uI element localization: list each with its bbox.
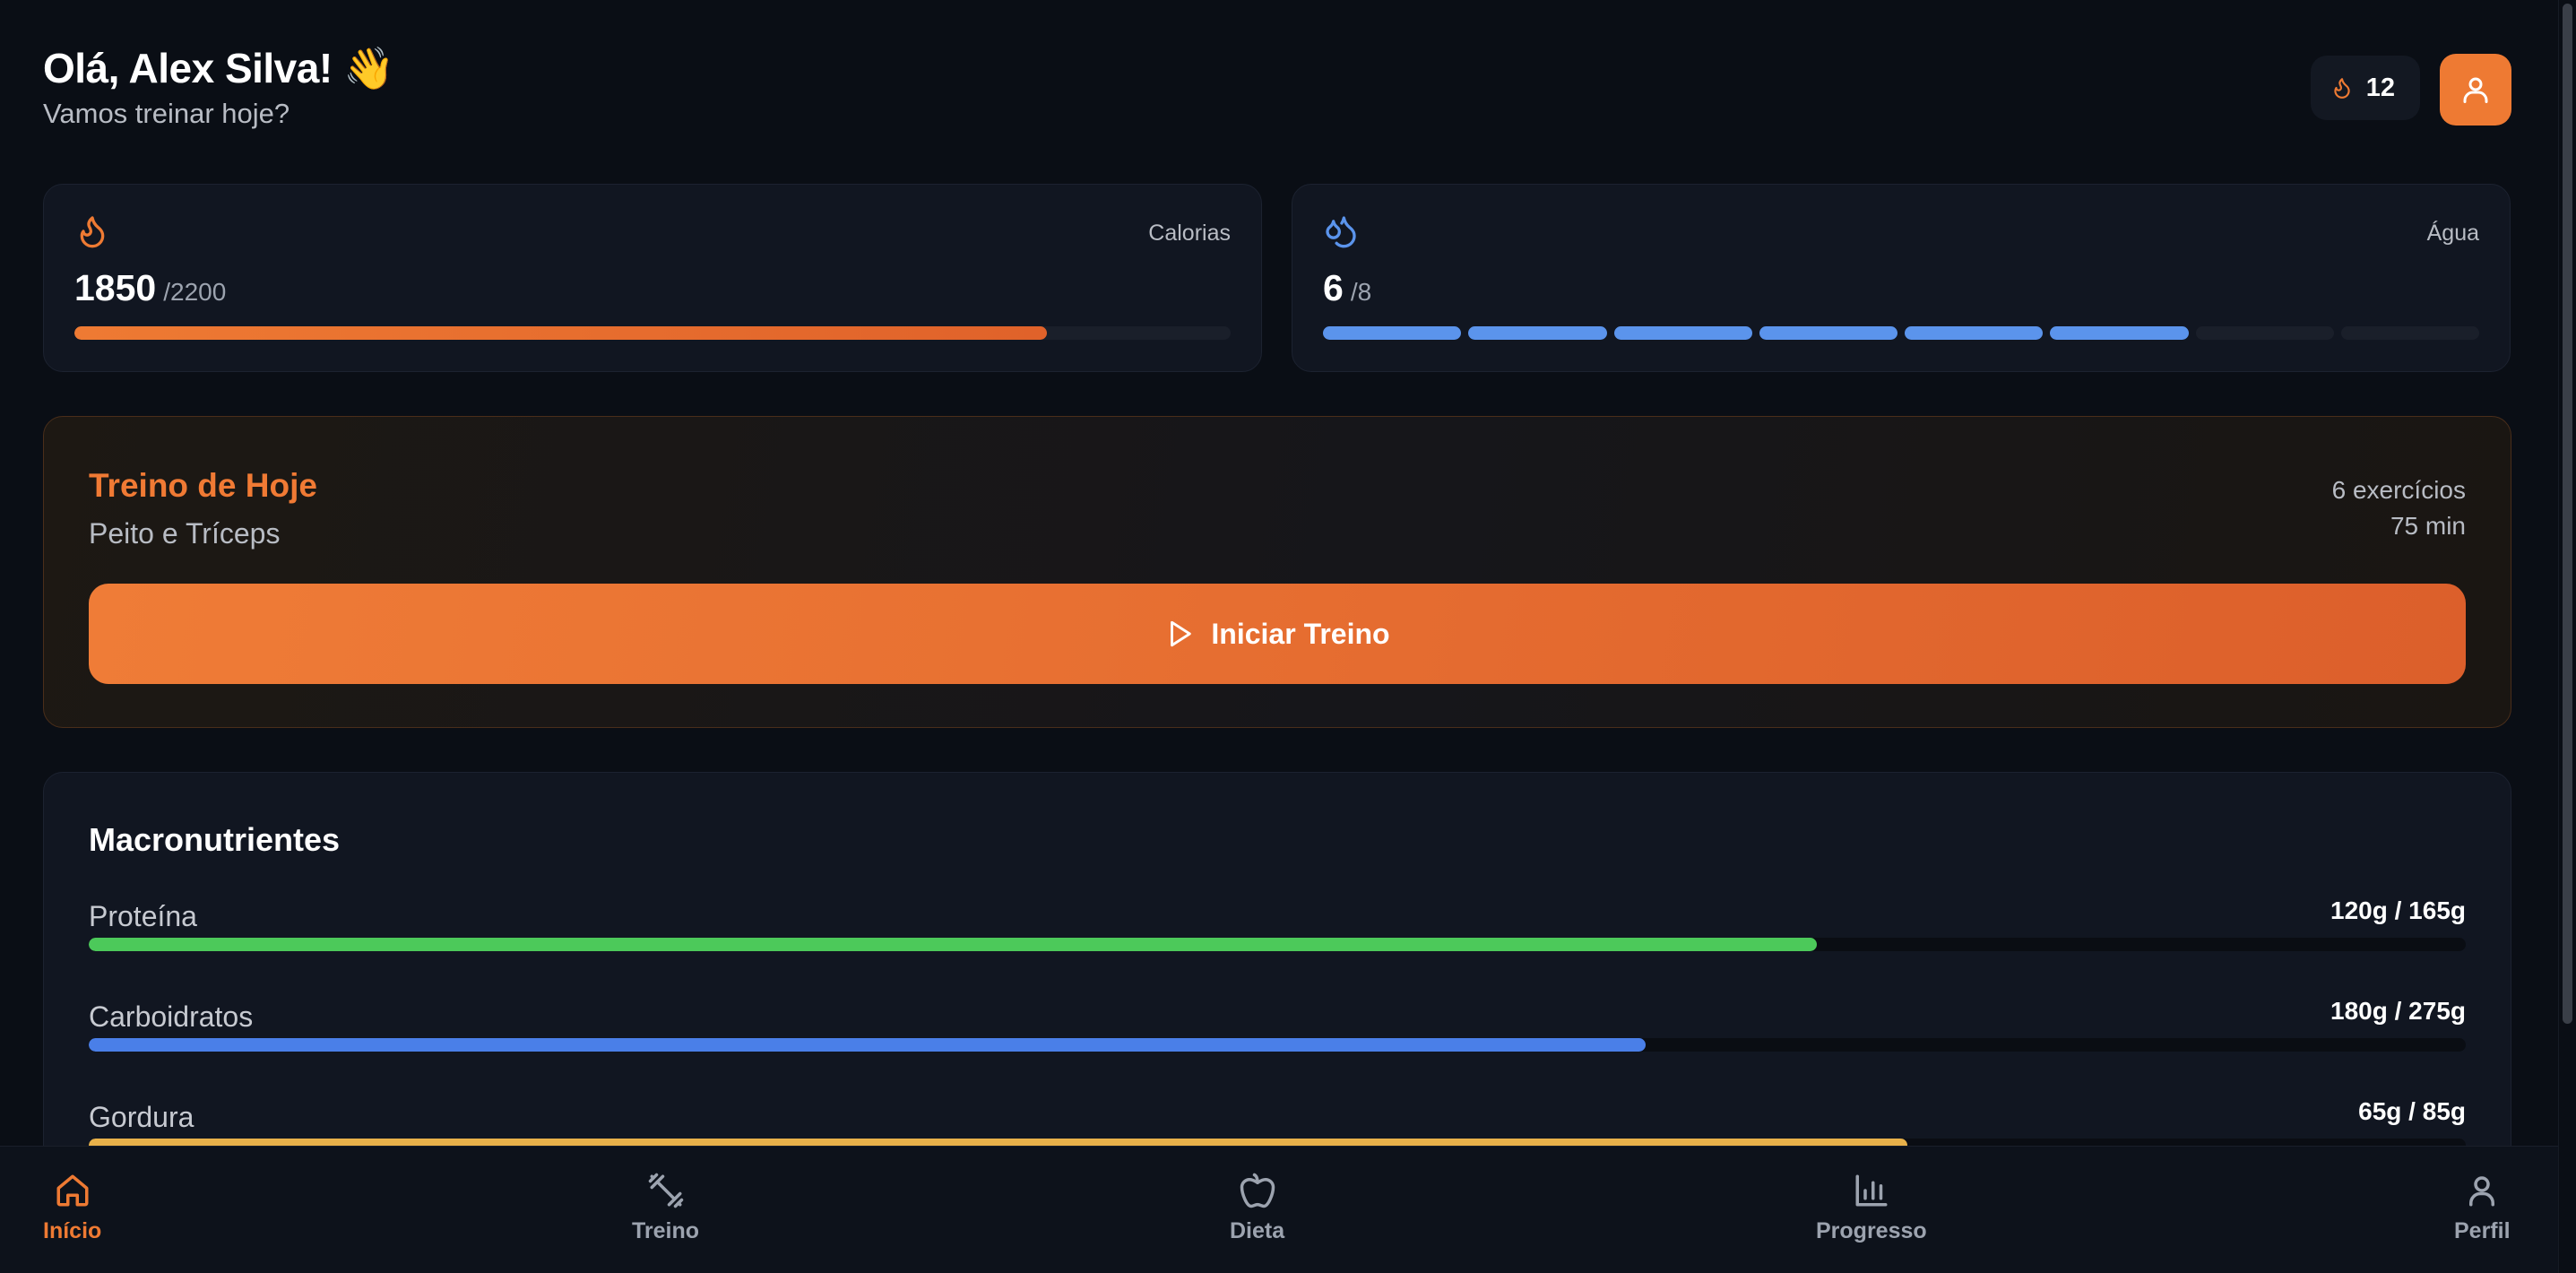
calories-goal: /2200 [163, 278, 227, 306]
nav-item-dieta[interactable]: Dieta [1230, 1172, 1284, 1244]
nav-item-treino[interactable]: Treino [632, 1172, 699, 1244]
apple-icon [1240, 1173, 1275, 1208]
water-segment [1323, 326, 1462, 340]
nav-item-inicio[interactable]: Início [43, 1172, 101, 1244]
play-icon [1171, 620, 1192, 647]
water-segment [1468, 326, 1607, 340]
start-workout-button[interactable]: Iniciar Treino [89, 584, 2466, 684]
macro-amount: 120g / 165g [2330, 896, 2466, 924]
profile-button[interactable] [2440, 54, 2511, 126]
calories-label: Calorias [1148, 221, 1231, 246]
home-icon [56, 1174, 89, 1207]
workout-exercises: 6 exercícios [2331, 476, 2466, 504]
workout-subtitle: Peito e Tríceps [89, 517, 281, 550]
macros-title: Macronutrientes [89, 821, 341, 858]
start-workout-label: Iniciar Treino [1211, 617, 1390, 650]
scrollbar-thumb[interactable] [2563, 4, 2572, 1024]
nav-label: Progresso [1816, 1218, 1927, 1243]
streak-badge[interactable]: 12 [2310, 56, 2420, 120]
greeting-title: Olá, Alex Silva! 👋 [43, 45, 394, 91]
scrollbar[interactable] [2558, 0, 2576, 1273]
nav-label: Dieta [1230, 1218, 1285, 1243]
water-segment [2050, 326, 2189, 340]
macro-row: Proteína 120g / 165g [89, 896, 2466, 990]
calories-progress-track [74, 326, 1231, 340]
calories-progress-fill [74, 326, 1047, 340]
streak-count: 12 [2365, 73, 2395, 102]
droplets-icon [1326, 216, 1356, 248]
nav-item-progresso[interactable]: Progresso [1816, 1172, 1927, 1244]
nav-label: Perfil [2454, 1218, 2511, 1243]
water-value: 6 [1323, 267, 1344, 308]
workout-meta: 6 exercícios 75 min [2332, 472, 2466, 544]
macro-row: Carboidratos 180g / 275g [89, 997, 2466, 1090]
water-segments [1323, 326, 2479, 340]
water-card: Água 6 /8 [1292, 184, 2511, 372]
user-icon [2463, 77, 2488, 103]
user-icon [2469, 1176, 2495, 1207]
macro-progress-fill [89, 938, 1817, 951]
macro-name: Proteína [89, 900, 197, 932]
macro-name: Gordura [89, 1101, 194, 1133]
nav-label: Treino [632, 1218, 700, 1243]
dumbbell-icon [648, 1173, 683, 1208]
greeting-subtitle: Vamos treinar hoje? [43, 98, 290, 129]
workout-title: Treino de Hoje [89, 467, 317, 504]
calories-value-group: 1850 /2200 [74, 267, 226, 309]
water-segment [1905, 326, 2044, 340]
header: Olá, Alex Silva! 👋 Vamos treinar hoje? 1… [43, 43, 2511, 142]
app-root: Olá, Alex Silva! 👋 Vamos treinar hoje? 1… [0, 0, 2576, 1273]
bar-chart-icon [1855, 1174, 1888, 1207]
workout-duration: 75 min [2390, 512, 2466, 540]
macro-progress-fill [89, 1038, 1647, 1052]
macro-amount: 65g / 85g [2358, 1097, 2466, 1125]
water-segment [1759, 326, 1897, 340]
water-label: Água [2426, 221, 2479, 246]
nav-label: Início [43, 1218, 102, 1243]
water-value-group: 6 /8 [1323, 267, 1371, 309]
water-goal: /8 [1350, 278, 1372, 306]
bottom-nav: Início Treino Dieta Progresso Perfil [0, 1146, 2558, 1273]
workout-card: Treino de Hoje Peito e Tríceps 6 exercíc… [43, 416, 2511, 728]
water-segment [2195, 326, 2334, 340]
flame-icon [2334, 78, 2350, 99]
flame-icon [80, 216, 105, 248]
water-segment [1613, 326, 1752, 340]
calories-card: Calorias 1850 /2200 [43, 184, 1262, 372]
calories-value: 1850 [74, 267, 157, 308]
macro-progress-track [89, 938, 2466, 951]
macro-amount: 180g / 275g [2330, 997, 2466, 1025]
macro-name: Carboidratos [89, 1000, 254, 1033]
macro-progress-track [89, 1038, 2466, 1052]
water-segment [2340, 326, 2479, 340]
nav-item-perfil[interactable]: Perfil [2454, 1172, 2511, 1244]
